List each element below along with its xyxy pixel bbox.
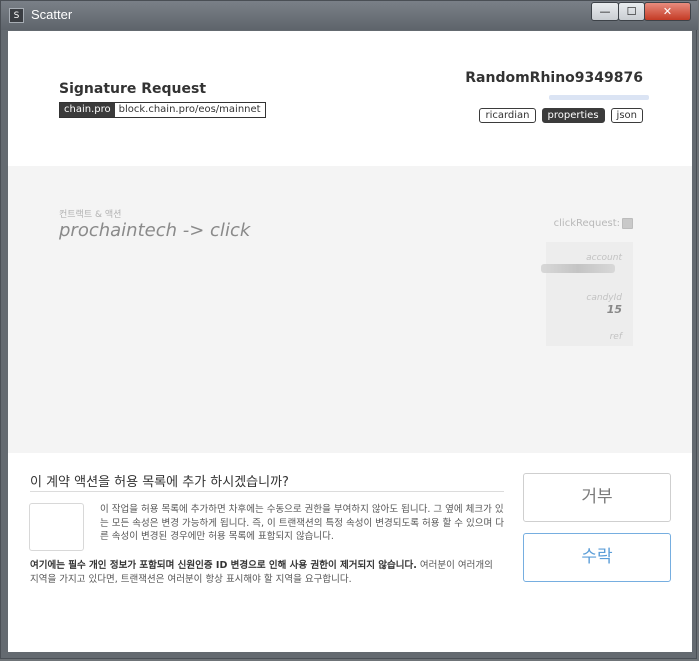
tab-ricardian[interactable]: ricardian xyxy=(479,108,536,123)
accept-button[interactable]: 수락 xyxy=(523,533,671,582)
title-bar[interactable]: S Scatter — ☐ ✕ xyxy=(1,1,698,30)
divider xyxy=(30,491,504,492)
page-title: Signature Request xyxy=(59,81,207,97)
chain-url: block.chain.pro/eos/mainnet xyxy=(114,103,265,117)
contract-action-label: 컨트랙트 & 액션 xyxy=(59,210,122,220)
params-header: clickRequest: xyxy=(554,218,633,229)
window-title: Scatter xyxy=(31,7,73,22)
scatter-app-icon: S xyxy=(9,8,24,23)
whitelist-warning: 여기에는 필수 개인 정보가 포함되며 신원인증 ID 변경으로 인해 사용 권… xyxy=(30,559,504,586)
scatter-window: S Scatter — ☐ ✕ Signature Request chain.… xyxy=(0,0,698,659)
deny-button[interactable]: 거부 xyxy=(523,473,671,522)
param-label-ref: ref xyxy=(609,332,622,342)
minimize-button[interactable]: — xyxy=(591,2,619,21)
account-identity-blurred xyxy=(549,95,649,100)
chain-badge: chain.pro block.chain.pro/eos/mainnet xyxy=(59,102,266,118)
whitelist-question: 이 계약 액션을 허용 목록에 추가 하시겠습니까? xyxy=(30,475,289,490)
param-value-candyid: 15 xyxy=(606,303,622,316)
tab-properties[interactable]: properties xyxy=(541,108,605,123)
params-title: clickRequest: xyxy=(553,218,620,229)
whitelist-description: 이 작업을 허용 목록에 추가하면 차후에는 수동으로 권한을 부여하지 않아도… xyxy=(100,504,504,542)
whitelist-warning-bold: 여기에는 필수 개인 정보가 포함되며 신원인증 ID 변경으로 인해 사용 권… xyxy=(30,560,417,571)
action-details-panel: 컨트랙트 & 액션 prochaintech -> click clickReq… xyxy=(8,166,692,453)
view-tabs: ricardian properties json xyxy=(479,108,643,123)
tab-json[interactable]: json xyxy=(610,108,643,123)
param-label-account: account xyxy=(586,253,622,263)
maximize-button[interactable]: ☐ xyxy=(618,2,645,21)
param-value-account-blurred xyxy=(541,264,615,273)
signature-request-content: Signature Request chain.pro block.chain.… xyxy=(8,31,692,652)
param-label-candyid: candyId xyxy=(586,293,622,303)
chain-name: chain.pro xyxy=(60,103,115,117)
account-name: RandomRhino9349876 xyxy=(465,70,643,86)
whitelist-all-checkbox[interactable] xyxy=(622,218,633,229)
contract-action: prochaintech -> click xyxy=(59,220,251,241)
close-button[interactable]: ✕ xyxy=(644,2,691,21)
whitelist-checkbox[interactable] xyxy=(29,503,84,551)
